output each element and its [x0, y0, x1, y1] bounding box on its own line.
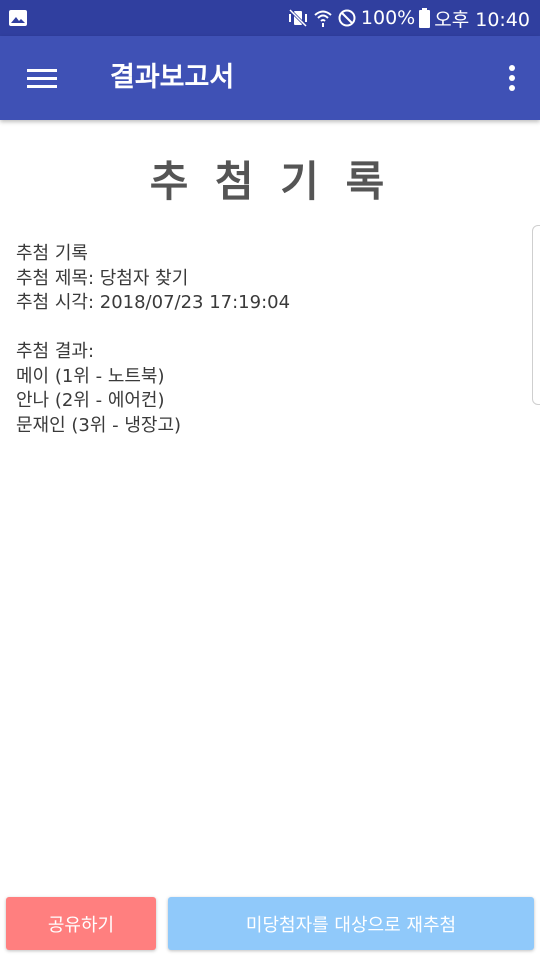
status-icons: 100% 오후 10:40 — [287, 0, 530, 36]
report-line: 추첨 결과: — [16, 341, 95, 362]
battery-percent: 100% — [360, 7, 416, 29]
mute-vibrate-icon — [287, 8, 309, 28]
status-bar: 100% 오후 10:40 — [0, 0, 540, 36]
edge-panel-handle[interactable] — [532, 225, 540, 405]
page-title: 추 첨 기 록 — [149, 157, 391, 206]
more-vert-icon[interactable] — [502, 62, 522, 94]
redraw-button[interactable]: 미당첨자를 대상으로 재추첨 — [168, 897, 534, 950]
wifi-icon — [313, 8, 333, 28]
app-title: 결과보고서 — [110, 62, 235, 93]
battery-icon — [419, 8, 431, 28]
menu-icon[interactable] — [22, 61, 62, 95]
report-text: 추첨 기록 추첨 제목: 당첨자 찾기 추첨 시각: 2018/07/23 17… — [16, 242, 516, 438]
report-line: 문재인 (3위 - 냉장고) — [16, 414, 182, 436]
share-button[interactable]: 공유하기 — [6, 897, 156, 950]
app-bar: 결과보고서 — [0, 36, 540, 120]
report-line: 안나 (2위 - 에어컨) — [16, 390, 165, 411]
report-line: 메이 (1위 - 노트북) — [16, 365, 165, 387]
report-line: 추첨 시각: 2018/07/23 17:19:04 — [16, 292, 291, 313]
block-icon — [337, 8, 357, 28]
report-line: 추첨 제목: 당첨자 찾기 — [16, 267, 189, 289]
clock: 오후 10:40 — [434, 8, 530, 31]
report-blank-line — [16, 316, 516, 341]
report-line: 추첨 기록 — [16, 243, 88, 264]
gallery-icon — [8, 8, 28, 28]
